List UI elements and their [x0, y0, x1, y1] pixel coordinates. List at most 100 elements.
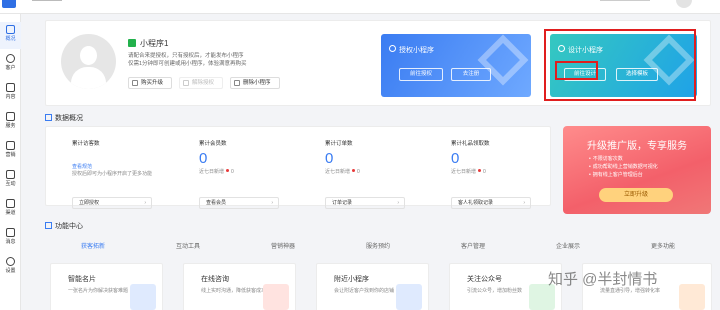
promo-benefits-list: 不限访客次数 成功帮助线上营销数据可视化 拥有线上客户管理后台: [589, 155, 658, 179]
authorize-banner-title: 授权小程序: [399, 47, 434, 54]
feature-title: 关注公众号: [467, 276, 502, 283]
stat-sub-label: 近七日新增: [199, 169, 225, 175]
upgrade-promo-card: 升级推广版，专享服务 不限访客次数 成功帮助线上营销数据可视化 拥有线上客户管理…: [563, 126, 711, 214]
brand-logo[interactable]: [2, 0, 16, 8]
promo-benefit: 拥有线上客户管理后台: [589, 171, 658, 179]
sidebar-item-label: 概况: [5, 36, 16, 42]
view-spec-link[interactable]: 查看规范: [72, 163, 92, 170]
sidebar-item-settings[interactable]: 设置: [0, 254, 21, 281]
authorize-now-button[interactable]: 立即授权: [72, 197, 152, 209]
feature-title: 智能名片: [68, 276, 96, 283]
tab-more-features[interactable]: 更多功能: [651, 241, 675, 250]
tab-marketing-tools[interactable]: 营销神器: [271, 241, 295, 250]
view-members-button[interactable]: 查看会员: [199, 197, 279, 209]
stat-value: 0: [451, 150, 460, 167]
sidebar-item-marketing[interactable]: 营销: [0, 138, 21, 165]
stat-value: 0: [199, 150, 208, 167]
stat-label: 累计礼品领取数: [451, 141, 490, 147]
overview-section-title: 数据概况: [45, 113, 83, 123]
stat-members: 累计会员数 0 近七日新增 0 查看会员: [199, 139, 309, 209]
register-button[interactable]: 去注册: [451, 68, 491, 81]
trend-dot-icon: [352, 169, 356, 172]
trash-icon: [234, 80, 240, 86]
delete-app-button[interactable]: 删除小程序: [230, 77, 280, 89]
tab-interaction-tools[interactable]: 互动工具: [176, 241, 200, 250]
annotation-outline-button: [555, 61, 598, 80]
stat-sub-value: 0: [483, 169, 486, 175]
order-records-button[interactable]: 订单记录: [325, 197, 405, 209]
stat-label: 累计会员数: [199, 141, 227, 147]
sidebar-item-label: 互动: [5, 181, 16, 187]
stat-gifts: 累计礼品领取数 0 近七日新增 0 客人礼领取记录: [451, 139, 561, 209]
gift-records-button[interactable]: 客人礼领取记录: [451, 197, 531, 209]
feature-card-smart-card[interactable]: 智能名片 一张名片为你解决获客难题: [50, 263, 163, 310]
avatar-body-icon: [71, 67, 106, 89]
overview-title-text: 数据概况: [55, 115, 83, 122]
feature-tabs: 获客拓新 互动工具 营销神器 服务预约 客户管理 企业展示 更多功能: [45, 236, 711, 255]
channel-icon: [6, 199, 15, 208]
app-name-text: 小程序1: [140, 39, 169, 48]
trend-dot-icon: [226, 169, 230, 172]
promo-title: 升级推广版，专享服务: [587, 141, 687, 152]
sidebar-item-label: 服务: [5, 123, 16, 129]
user-avatar[interactable]: [676, 0, 692, 8]
tab-customer-management[interactable]: 客户管理: [461, 241, 485, 250]
feature-card-follow-account[interactable]: 关注公众号 引流公众号，增加粉丝数: [449, 263, 562, 310]
promo-benefit: 不限访客次数: [589, 155, 658, 163]
promo-benefit: 成功帮助线上营销数据可视化: [589, 163, 658, 171]
sidebar-item-message[interactable]: 消息: [0, 225, 21, 252]
mini-program-icon: [128, 39, 136, 47]
stats-card: 累计访客数 查看规范 授权后即可为小程序开启了更多功能 立即授权 累计会员数 0…: [45, 126, 551, 209]
sidebar-item-label: 营销: [5, 152, 16, 158]
sidebar: 概况 客户 内容 服务 营销 互动 渠道 消息 设置: [0, 14, 21, 310]
location-pin-icon: [396, 284, 422, 310]
feature-title: 在线咨询: [201, 276, 229, 283]
feature-card-online-chat[interactable]: 在线咨询 线上实时沟通，降低获客成本: [183, 263, 296, 310]
annotation-outline: [544, 29, 696, 101]
top-bar: [0, 0, 720, 14]
back-link[interactable]: [32, 0, 62, 6]
stat-value: 0: [325, 150, 334, 167]
tab-booking[interactable]: 服务预约: [366, 241, 390, 250]
bell-icon: [6, 228, 15, 237]
feature-description: 流量直通引导，增强转化率: [600, 288, 661, 294]
sidebar-item-content[interactable]: 内容: [0, 80, 21, 107]
service-icon: [6, 112, 15, 121]
sidebar-item-overview[interactable]: 概况: [0, 22, 21, 49]
go-authorize-button[interactable]: 前往授权: [399, 68, 443, 81]
user-icon: [6, 54, 15, 63]
features-title-text: 功能中心: [55, 223, 83, 230]
stat-sub-label: 近七日新增: [451, 169, 477, 175]
app-name: 小程序1: [128, 38, 168, 49]
user-menu[interactable]: [600, 0, 650, 6]
sidebar-item-service[interactable]: 服务: [0, 109, 21, 136]
feature-card-nearby[interactable]: 附近小程序 会让附近客户找到你的店铺: [316, 263, 429, 310]
tab-acquisition[interactable]: 获客拓新: [81, 241, 105, 250]
sidebar-item-channel[interactable]: 渠道: [0, 196, 21, 223]
features-icon: [45, 222, 52, 229]
features-section-title: 功能中心: [45, 221, 83, 231]
chat-bubble-icon: [263, 284, 289, 310]
stat-orders: 累计订单数 0 近七日新增 0 订单记录: [325, 139, 435, 209]
stat-label: 累计订单数: [325, 141, 353, 147]
stat-sub: 近七日新增 0: [199, 168, 309, 175]
sidebar-item-interaction[interactable]: 互动: [0, 167, 21, 194]
authorize-banner: 授权小程序 前往授权 去注册: [381, 34, 531, 97]
cart-icon: [132, 80, 138, 86]
unauthorize-button[interactable]: 解除授权: [179, 77, 223, 89]
sidebar-item-customer[interactable]: 客户: [0, 51, 21, 78]
tab-company-showcase[interactable]: 企业展示: [556, 241, 580, 250]
document-icon: [6, 83, 15, 92]
stat-description: 授权后即可为小程序开启了更多功能: [72, 171, 153, 177]
delete-app-button-label: 删除小程序: [243, 80, 271, 86]
upgrade-button[interactable]: 购买升级: [128, 77, 172, 89]
sidebar-item-label: 客户: [5, 65, 16, 71]
chart-icon: [6, 25, 15, 34]
stat-sub: 近七日新增 0: [325, 168, 435, 175]
sidebar-item-label: 渠道: [5, 210, 16, 216]
upgrade-button-label: 购买升级: [141, 80, 164, 86]
stat-label: 累计访客数: [72, 141, 100, 147]
business-card-icon: [130, 284, 156, 310]
upgrade-now-button[interactable]: 立即升级: [599, 188, 673, 202]
app-avatar: [61, 34, 116, 89]
